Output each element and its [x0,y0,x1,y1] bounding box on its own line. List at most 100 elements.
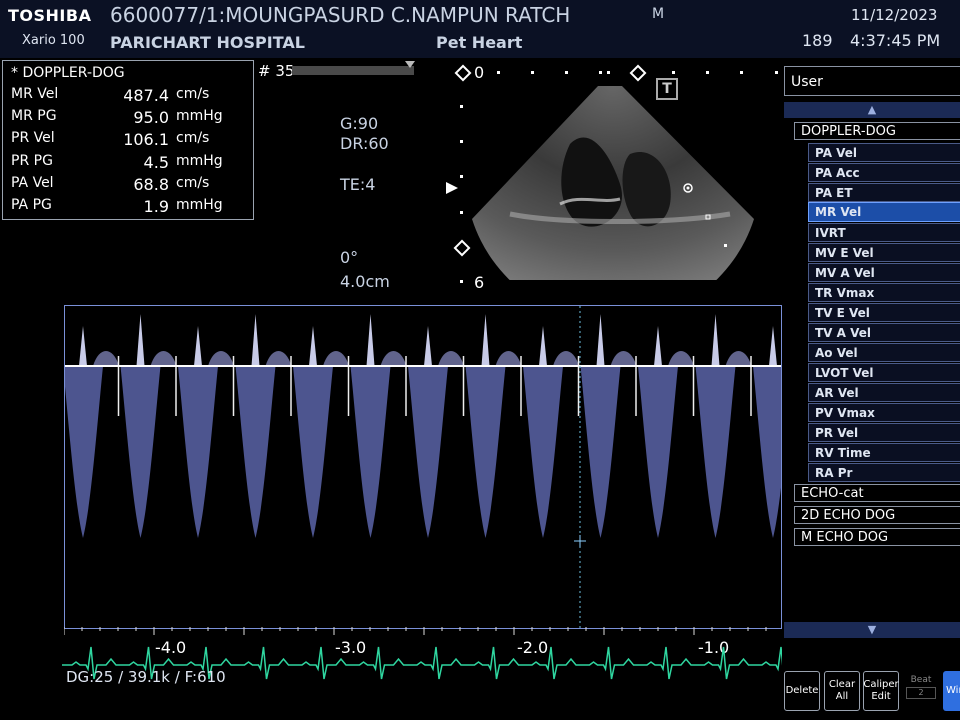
dynamic-range-readout: DR:60 [340,134,389,153]
doppler-forward-flow [251,314,260,366]
scale-dot [740,71,743,74]
scale-dot [460,175,463,178]
exam-time: 4:37:45 PM [850,31,941,50]
doppler-diastolic-flow [208,351,234,366]
frame-count: 189 [802,31,833,50]
beat-count: 2 [906,687,936,699]
menu-item-tv-a-vel[interactable]: TV A Vel [808,323,960,342]
focus-pointer-icon [446,182,458,194]
focus-marker-icon [629,64,647,82]
menu-item-mv-e-vel[interactable]: MV E Vel [808,243,960,262]
menu-item-ra-pr[interactable]: RA Pr [808,463,960,482]
transducer-orientation-icon: T [656,78,678,100]
menu-group-2d-echo-dog[interactable]: 2D ECHO DOG [794,506,960,524]
gain-readout: G:90 [340,114,379,133]
menu-item-mv-a-vel[interactable]: MV A Vel [808,263,960,282]
beat-selector[interactable]: Beat 2 [905,675,937,709]
menu-item-tr-vmax[interactable]: TR Vmax [808,283,960,302]
win-button[interactable]: Win [943,671,960,711]
scale-dot [460,280,463,283]
menu-item-mr-vel[interactable]: MR Vel [808,202,960,222]
measurement-label: PA PG [11,197,52,213]
doppler-forward-flow [539,326,547,366]
cine-slider[interactable] [292,66,414,75]
doppler-envelope [293,366,333,538]
scale-dot [775,71,778,74]
menu-item-pa-vel[interactable]: PA Vel [808,143,960,162]
te-readout: TE:4 [340,175,376,194]
doppler-forward-flow [309,326,317,366]
menu-item-rv-time[interactable]: RV Time [808,443,960,462]
menu-group-doppler-dog[interactable]: DOPPLER-DOG [794,122,960,140]
measurement-panel: * DOPPLER-DOG MR Vel 487.4 cm/s MR PG 95… [2,60,254,220]
caliper-edit-button[interactable]: Caliper Edit [863,671,899,711]
menu-group-m-echo-dog[interactable]: M ECHO DOG [794,528,960,546]
doppler-diastolic-flow [265,351,292,366]
angle-readout: 0° [340,248,359,267]
menu-user-header[interactable]: User [784,66,960,96]
menu-item-lvot-vel[interactable]: LVOT Vel [808,363,960,382]
doppler-envelope [178,366,218,538]
doppler-forward-flow [596,314,605,366]
menu-item-ao-vel[interactable]: Ao Vel [808,343,960,362]
menu-item-pr-vel[interactable]: PR Vel [808,423,960,442]
depth-label-top: 0 [474,63,485,82]
scale-dot [460,105,463,108]
menu-item-pa-acc[interactable]: PA Acc [808,163,960,182]
caliper-cross-icon [574,535,586,547]
doppler-envelope [638,366,678,538]
measurement-title: * DOPPLER-DOG [11,65,125,81]
cine-slider-handle[interactable] [405,61,415,68]
doppler-diastolic-flow [668,351,694,366]
time-axis [64,627,767,635]
beat-label: Beat [910,675,932,685]
2d-sector-image [472,86,754,280]
doppler-envelope [465,366,506,538]
measurement-unit: mmHg [176,108,223,124]
doppler-diastolic-flow [93,351,119,366]
doppler-forward-flow [194,326,202,366]
menu-scroll-up-icon[interactable]: ▲ [784,102,960,118]
menu-item-pa-et[interactable]: PA ET [808,183,960,202]
measurement-row: MR PG 95.0 mmHg [11,108,251,130]
menu-scroll-down-icon[interactable]: ▼ [784,622,960,638]
doppler-forward-flow [424,326,432,366]
delete-button[interactable]: Delete [784,671,820,711]
measurement-row: PR PG 4.5 mmHg [11,153,251,175]
doppler-diastolic-flow [495,351,522,366]
measurement-row: PR Vel 106.1 cm/s [11,130,251,152]
measurement-row: MR Vel 487.4 cm/s [11,86,251,108]
menu-item-ar-vel[interactable]: AR Vel [808,383,960,402]
hospital-name: PARICHART HOSPITAL [110,33,305,52]
doppler-diastolic-flow [610,351,637,366]
measurement-value: 95.0 [133,108,169,127]
doppler-envelope [580,366,621,538]
scale-dot [706,71,709,74]
measurement-label: PA Vel [11,175,54,191]
patient-sex: M [652,6,665,22]
doppler-waveforms [60,314,809,538]
device-model: Xario 100 [22,33,85,48]
doppler-forward-flow [366,314,375,366]
measurement-value: 487.4 [123,86,169,105]
scale-dot [672,71,675,74]
caliper-edit-label-2: Edit [871,691,891,702]
doppler-envelope [235,366,276,538]
patient-id: 6600077/1:MOUNGPASURD C.NAMPUN RATCH [110,3,571,27]
doppler-forward-flow [79,326,87,366]
doppler-diastolic-flow [553,351,579,366]
menu-item-tv-e-vel[interactable]: TV E Vel [808,303,960,322]
doppler-spectrum [60,306,809,628]
doppler-diastolic-flow [323,351,349,366]
menu-group-echo-cat[interactable]: ECHO-cat [794,484,960,502]
menu-item-ivrt[interactable]: IVRT [808,223,960,242]
doppler-envelope [350,366,391,538]
scale-dot [599,71,602,74]
ecg-parameters: DG:25 / 39.1k / F:610 [66,668,226,686]
measurement-value: 1.9 [143,197,169,216]
clear-all-button[interactable]: Clear All [824,671,860,711]
scale-dot [460,140,463,143]
doppler-envelope [695,366,736,538]
measurement-unit: cm/s [176,86,210,102]
menu-item-pv-vmax[interactable]: PV Vmax [808,403,960,422]
